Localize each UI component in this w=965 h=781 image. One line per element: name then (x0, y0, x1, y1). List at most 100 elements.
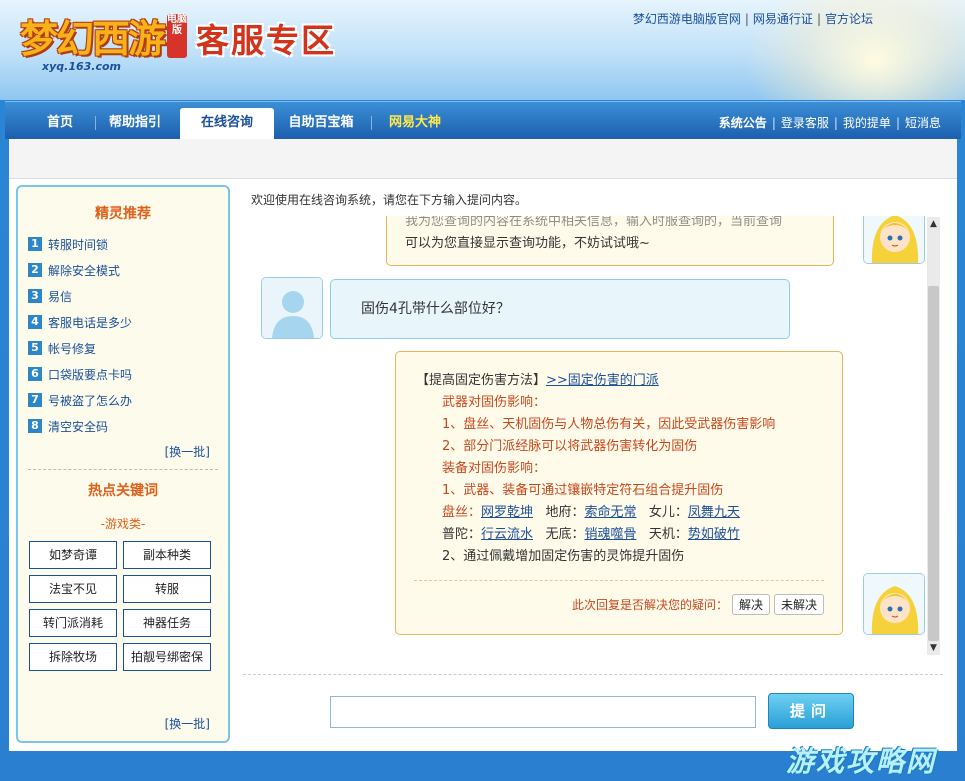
divider (28, 469, 218, 470)
divider (243, 674, 943, 675)
forum-link[interactable]: 官方论坛 (825, 12, 873, 26)
answer-title: 【提高固定伤害方法】 (416, 373, 547, 388)
top-links: 梦幻西游电脑版官网 | 网易通行证 | 官方论坛 (633, 10, 873, 27)
list-item[interactable]: 7 号被盗了怎么办 (28, 387, 132, 413)
bot-avatar (863, 216, 925, 264)
school-label: 天机： (648, 527, 688, 542)
announcement-link[interactable]: 系统公告 (719, 116, 767, 130)
keyword-button[interactable]: 神器任务 (123, 609, 211, 637)
item-number: 3 (28, 289, 42, 303)
item-label: 清空安全码 (48, 419, 109, 434)
my-tickets-link[interactable]: 我的提单 (843, 116, 891, 130)
hot-keywords-title: 热点关键词 (88, 483, 158, 499)
submit-question-button[interactable]: 提问 (768, 693, 854, 729)
scroll-up-icon[interactable]: ▲ (927, 217, 940, 231)
passport-link[interactable]: 网易通行证 (753, 12, 813, 26)
list-item[interactable]: 6 口袋版要点卡吗 (28, 361, 132, 387)
item-number: 1 (28, 237, 42, 251)
chat-scrollbar[interactable]: ▲ ▼ (927, 217, 940, 655)
school-links-row: 盘丝：网罗乾坤 地府：索命无常 女儿：凤舞九天 (416, 502, 775, 524)
list-item[interactable]: 2 解除安全模式 (28, 257, 132, 283)
refresh-recommend-link[interactable]: [换一批] (165, 443, 210, 460)
keyword-button[interactable]: 拆除牧场 (29, 643, 117, 671)
recommend-title: 精灵推荐 (95, 206, 151, 222)
item-label: 解除安全模式 (48, 263, 121, 278)
item-number: 5 (28, 341, 42, 355)
logo-badge: 电脑版 (167, 14, 187, 58)
item-number: 4 (28, 315, 42, 329)
school-links-row: 普陀：行云流水 无底：销魂噬骨 天机：势如破竹 (416, 524, 775, 546)
question-input[interactable] (330, 696, 756, 728)
list-item[interactable]: 3 易信 (28, 283, 132, 309)
item-number: 6 (28, 367, 42, 381)
chat-log[interactable]: 我为您查询的内容在系统中相关信息，输入时服查询的，当前查询 可以为您直接显示查询… (241, 216, 941, 656)
item-number: 8 (28, 419, 42, 433)
official-site-link[interactable]: 梦幻西游电脑版官网 (633, 12, 741, 26)
answer-body: 【提高固定伤害方法】>>固定伤害的门派 武器对固伤影响： 1、盘丝、天机固伤与人… (416, 370, 775, 568)
school-link-wudi[interactable]: 销魂噬骨 (584, 527, 636, 542)
scroll-thumb[interactable] (928, 286, 939, 641)
keyword-button[interactable]: 转门派消耗 (29, 609, 117, 637)
main-nav: 首页 帮助指引 在线咨询 自助百宝箱 网易大神 系统公告 | 登录客服 | 我的提单 | 短… (5, 101, 961, 140)
user-avatar (261, 277, 323, 339)
tab-help[interactable]: 帮助指引 (103, 108, 167, 140)
scroll-down-icon[interactable]: ▼ (927, 641, 940, 655)
nav-divider (371, 116, 372, 130)
tab-netease-dashen[interactable]: 网易大神 (383, 108, 447, 140)
divider (414, 580, 824, 581)
user-silhouette-icon (262, 278, 322, 338)
school-link-putuo[interactable]: 行云流水 (481, 527, 533, 542)
weapon-heading: 武器对固伤影响： (442, 395, 547, 410)
answer-line: 2、通过佩戴增加固定伤害的灵饰提升固伤 (442, 549, 685, 564)
answer-title-line: 【提高固定伤害方法】>>固定伤害的门派 (416, 370, 775, 392)
nav-divider (95, 116, 96, 130)
main-content: 精灵推荐 1 转服时间锁 2 解除安全模式 3 易信 4 客服电话是多少 5 帐号修复 6… (9, 139, 957, 751)
tab-home[interactable]: 首页 (35, 108, 85, 140)
item-label: 客服电话是多少 (48, 315, 133, 330)
keyword-button[interactable]: 副本种类 (123, 541, 211, 569)
school-label: 普陀： (442, 527, 482, 542)
keyword-button[interactable]: 拍靓号绑密保 (123, 643, 211, 671)
nav-right-links: 系统公告 | 登录客服 | 我的提单 | 短消息 (719, 114, 941, 131)
school-link-tianji[interactable]: 势如破竹 (688, 527, 740, 542)
tab-self-service[interactable]: 自助百宝箱 (283, 108, 359, 140)
answer-line: 1、武器、装备可通过镶嵌特定符石组合提升固伤 (442, 483, 724, 498)
divider: | (816, 12, 821, 26)
user-message-bubble: 固伤4孔带什么部位好？ (330, 279, 790, 339)
fairy-avatar-icon (864, 216, 924, 263)
answer-line: 1、盘丝、天机固伤与人物总伤有关，因此受武器伤害影响 (442, 417, 776, 432)
list-item[interactable]: 5 帐号修复 (28, 335, 132, 361)
keyword-button[interactable]: 如梦奇谭 (29, 541, 117, 569)
logo-text: 梦幻西游 (20, 16, 166, 61)
fixed-damage-schools-link[interactable]: >>固定伤害的门派 (546, 373, 659, 388)
list-item[interactable]: 8 清空安全码 (28, 413, 132, 439)
school-label: 无底： (545, 527, 585, 542)
game-logo[interactable]: 梦幻西游 电脑版 xyq.163.com (12, 6, 190, 73)
sidebar: 精灵推荐 1 转服时间锁 2 解除安全模式 3 易信 4 客服电话是多少 5 帐号修复 6… (16, 185, 230, 743)
bot-answer-bubble: 【提高固定伤害方法】>>固定伤害的门派 武器对固伤影响： 1、盘丝、天机固伤与人… (395, 351, 843, 635)
login-support-link[interactable]: 登录客服 (781, 116, 829, 130)
logo-url: xyq.163.com (42, 60, 121, 73)
school-link-pansi[interactable]: 网罗乾坤 (481, 505, 533, 520)
list-item[interactable]: 4 客服电话是多少 (28, 309, 132, 335)
item-number: 7 (28, 393, 42, 407)
fairy-avatar-icon (864, 574, 924, 634)
page-title: 客服专区 (196, 21, 336, 60)
list-item[interactable]: 1 转服时间锁 (28, 231, 132, 257)
item-label: 易信 (48, 289, 73, 304)
answer-line: 2、部分门派经脉可以将武器伤害转化为固伤 (442, 439, 698, 454)
divider: | (744, 12, 749, 26)
unresolved-button[interactable]: 未解决 (773, 594, 824, 615)
keyword-button[interactable]: 转服 (123, 575, 211, 603)
category-label: -游戏类- (100, 517, 146, 531)
school-link-difu[interactable]: 索命无常 (584, 505, 636, 520)
school-link-nver[interactable]: 凤舞九天 (688, 505, 740, 520)
tab-online-consult[interactable]: 在线咨询 (180, 108, 274, 140)
message-text: 我为您查询的内容在系统中相关信息，输入时服查询的，当前查询 (405, 216, 783, 229)
watermark: 游戏攻略网 (786, 745, 937, 778)
refresh-keywords-link[interactable]: [换一批] (165, 715, 210, 732)
divider: | (833, 116, 838, 130)
keyword-button[interactable]: 法宝不见 (29, 575, 117, 603)
resolved-button[interactable]: 解决 (731, 594, 770, 615)
messages-link[interactable]: 短消息 (905, 116, 941, 130)
